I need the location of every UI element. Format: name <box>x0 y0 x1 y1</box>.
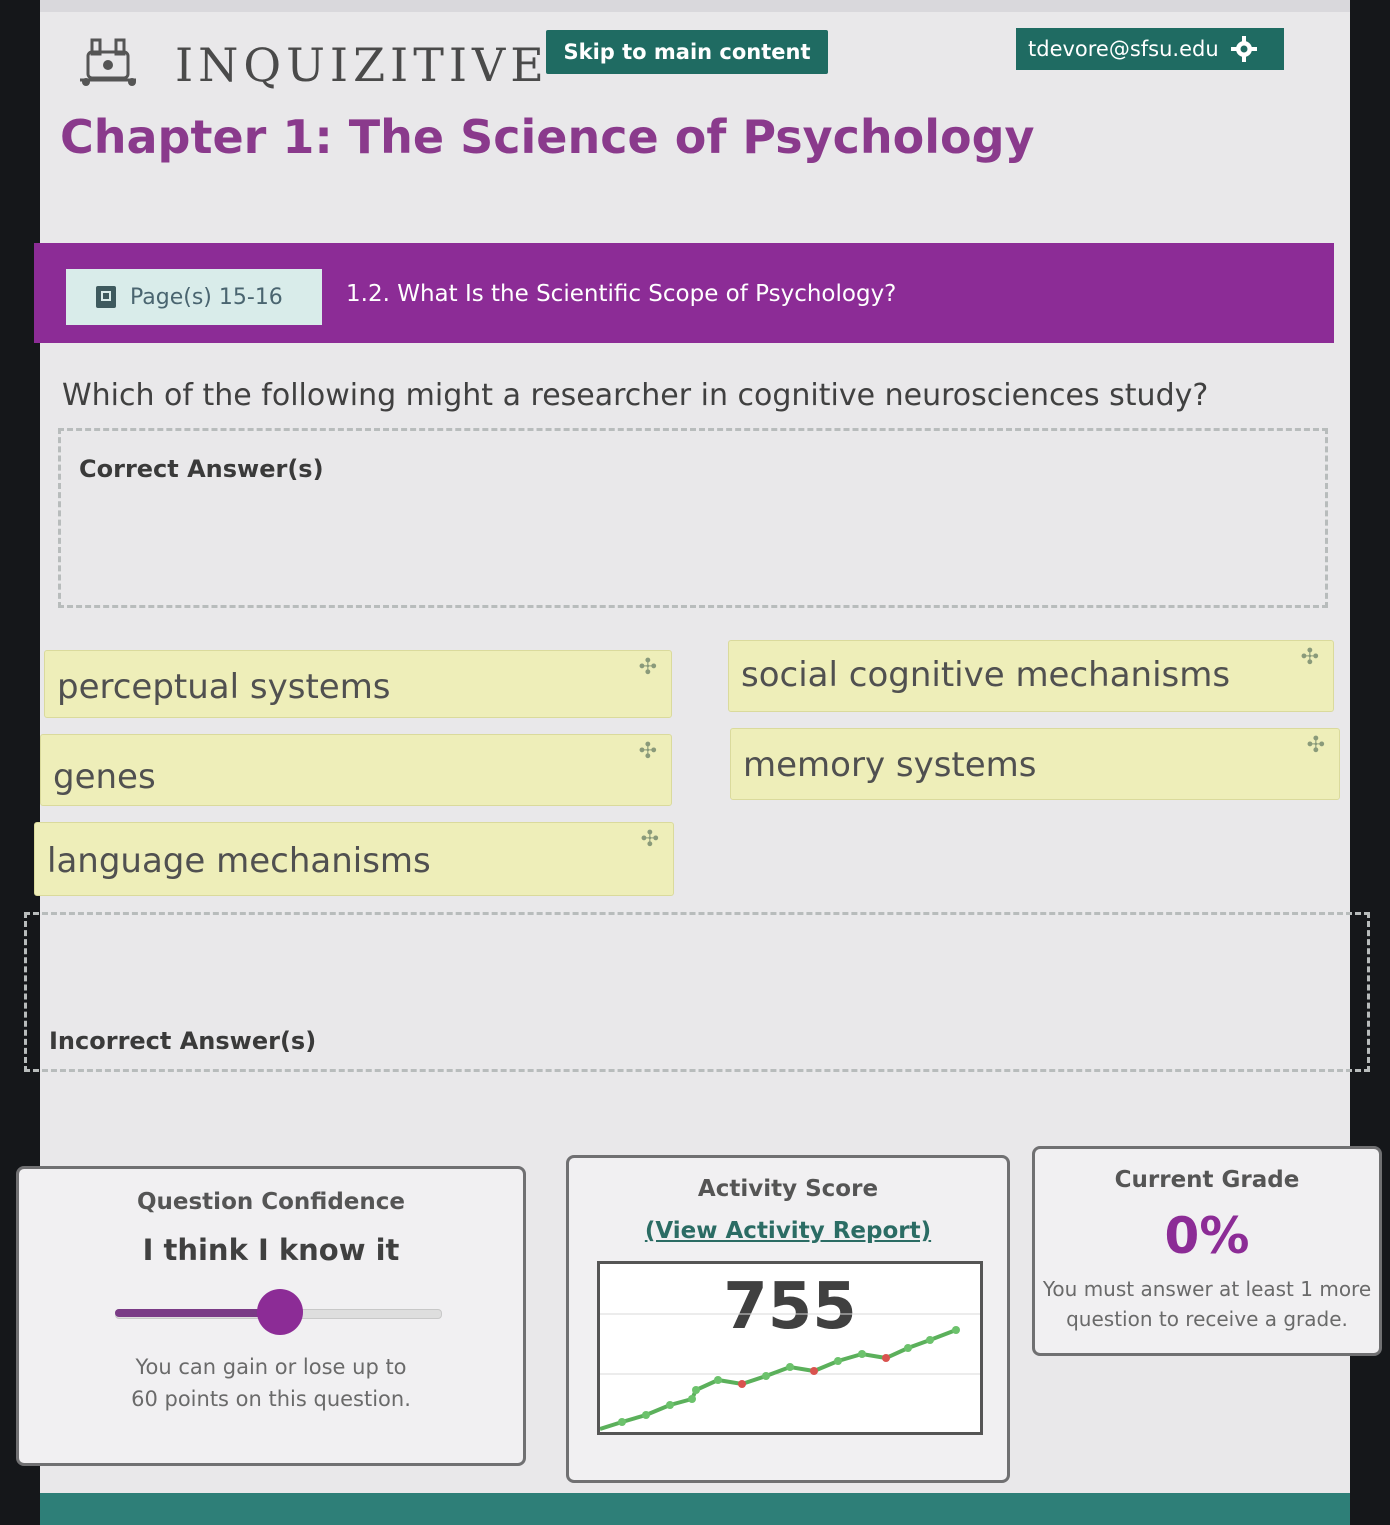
confidence-note-line2: 60 points on this question. <box>131 1387 411 1411</box>
answer-label: genes <box>53 757 156 797</box>
confidence-slider-fill <box>115 1309 279 1317</box>
activity-score-panel: Activity Score (View Activity Report) 75… <box>566 1155 1010 1483</box>
user-email: tdevore@sfsu.edu <box>1028 37 1219 61</box>
gear-icon[interactable] <box>1230 36 1257 62</box>
grade-note-line1: You must answer at least 1 more <box>1042 1277 1372 1301</box>
drag-handle-icon: ✣ <box>638 655 657 680</box>
question-text: Which of the following might a researche… <box>62 378 1209 413</box>
drag-handle-icon: ✣ <box>1306 733 1325 758</box>
drag-handle-icon: ✣ <box>1300 645 1319 670</box>
answer-label: social cognitive mechanisms <box>741 655 1231 695</box>
activity-title: Activity Score <box>697 1176 879 1202</box>
top-bar <box>40 0 1350 12</box>
question-confidence-panel: Question Confidence I think I know it Yo… <box>16 1166 526 1466</box>
brand-name: INQUIZITIVE <box>175 38 549 92</box>
grade-value: 0% <box>1164 1207 1250 1265</box>
answer-label: language mechanisms <box>47 841 431 881</box>
activity-chart: 755 <box>597 1261 983 1435</box>
incorrect-zone-title: Incorrect Answer(s) <box>49 1027 317 1055</box>
answer-label: perceptual systems <box>57 667 391 707</box>
skip-to-content-link[interactable]: Skip to main content <box>546 30 828 74</box>
answer-card[interactable]: social cognitive mechanisms ✣ <box>728 640 1334 712</box>
pages-button[interactable]: Page(s) 15-16 <box>66 269 322 325</box>
confidence-note-line1: You can gain or lose up to <box>135 1355 407 1379</box>
quizzer-logo-icon <box>80 38 136 86</box>
correct-zone-title: Correct Answer(s) <box>79 455 324 483</box>
pages-label: Page(s) 15-16 <box>130 284 283 310</box>
confidence-slider-handle[interactable] <box>257 1289 303 1335</box>
quiz-page: INQUIZITIVE Skip to main content tdevore… <box>16 0 1382 1525</box>
answer-card[interactable]: memory systems ✣ <box>730 728 1340 800</box>
answer-card[interactable]: language mechanisms ✣ <box>34 822 674 896</box>
current-grade-panel: Current Grade 0% You must answer at leas… <box>1032 1146 1382 1356</box>
incorrect-answers-dropzone[interactable]: Incorrect Answer(s) <box>24 912 1370 1072</box>
answer-card[interactable]: perceptual systems ✣ <box>44 650 672 718</box>
answer-label: memory systems <box>743 745 1037 785</box>
section-title: 1.2. What Is the Scientific Scope of Psy… <box>346 281 897 307</box>
correct-answers-dropzone[interactable]: Correct Answer(s) <box>58 428 1328 608</box>
section-band: Page(s) 15-16 1.2. What Is the Scientifi… <box>34 243 1334 343</box>
drag-handle-icon: ✣ <box>638 739 657 764</box>
book-icon <box>96 286 116 308</box>
activity-trend-chart <box>600 1313 980 1431</box>
drag-handle-icon: ✣ <box>640 827 659 852</box>
trend-points <box>618 1326 960 1426</box>
view-activity-report-link[interactable]: (View Activity Report) <box>569 1218 1007 1244</box>
footer-bar <box>40 1493 1350 1525</box>
answer-card[interactable]: genes ✣ <box>40 734 672 806</box>
grade-note-line2: question to receive a grade. <box>1066 1307 1348 1331</box>
confidence-value: I think I know it <box>142 1233 400 1267</box>
confidence-title: Question Confidence <box>136 1189 406 1215</box>
user-menu[interactable]: tdevore@sfsu.edu <box>1016 28 1284 70</box>
chapter-title: Chapter 1: The Science of Psychology <box>60 110 1035 164</box>
grade-title: Current Grade <box>1114 1167 1300 1193</box>
